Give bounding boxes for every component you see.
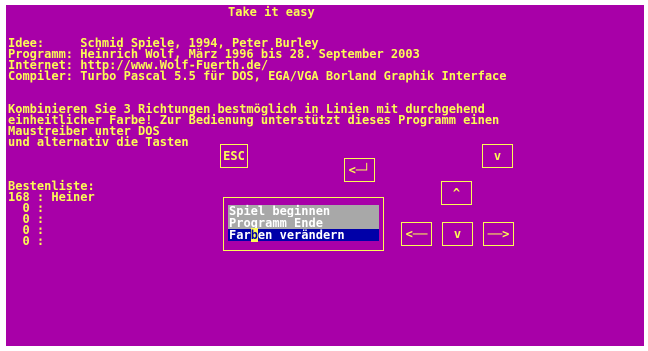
arrow-left-button[interactable]: <──: [401, 222, 432, 246]
info-compiler: Compiler: Turbo Pascal 5.5 für DOS, EGA/…: [8, 69, 507, 83]
arrow-right-button[interactable]: ──>: [483, 222, 514, 246]
esc-key-button[interactable]: ESC: [220, 144, 248, 168]
arrow-up-button[interactable]: ^: [441, 181, 472, 205]
menu-item-label-part: en verändern: [257, 228, 345, 242]
highscore-row: 0 :: [8, 234, 45, 248]
arrow-down-button-top[interactable]: v: [482, 144, 513, 168]
dos-screen: Take it easy Idee: Schmid Spiele, 1994, …: [6, 5, 644, 346]
game-title: Take it easy: [228, 5, 315, 19]
text-cursor: b: [250, 228, 258, 242]
enter-key-button[interactable]: <─┘: [344, 158, 375, 182]
dos-window: Take it easy Idee: Schmid Spiele, 1994, …: [0, 0, 648, 351]
description-line-4: und alternativ die Tasten: [8, 135, 189, 149]
menu-item-label-part: Far: [229, 228, 251, 242]
menu-item-change-colors[interactable]: Farben verändern: [228, 228, 379, 242]
main-menu: Spiel beginnen Programm Ende Farben verä…: [223, 197, 384, 251]
arrow-down-button[interactable]: v: [442, 222, 473, 246]
